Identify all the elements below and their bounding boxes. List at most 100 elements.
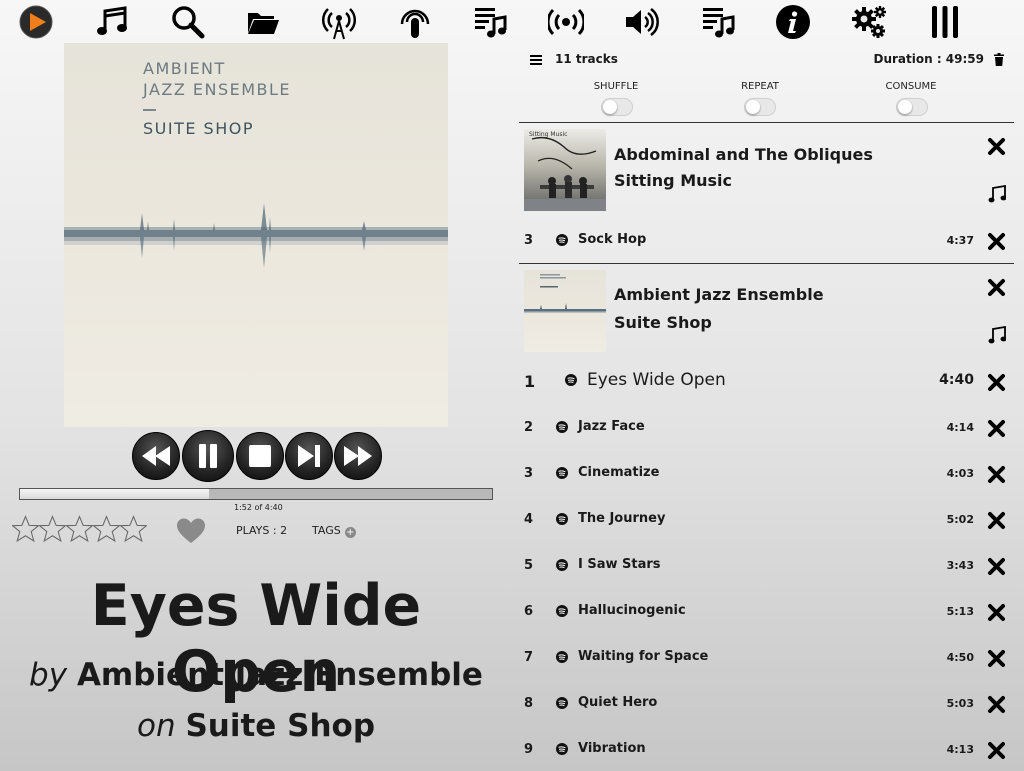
- settings-icon[interactable]: [849, 3, 889, 41]
- repeat-label: REPEAT: [741, 81, 779, 92]
- trash-icon[interactable]: [994, 53, 1004, 66]
- spotify-icon: [556, 234, 568, 246]
- track-title: Jazz Face: [578, 419, 645, 434]
- spotify-icon: [556, 697, 568, 709]
- shuffle-toggle[interactable]: [601, 98, 633, 116]
- elapsed-time: 1:52 of 4:40: [234, 503, 283, 512]
- track-number: 3: [524, 233, 534, 248]
- play-logo-icon[interactable]: [16, 3, 56, 41]
- star-icon[interactable]: [39, 514, 66, 544]
- spotify-icon: [556, 421, 568, 433]
- track-duration: 5:13: [946, 605, 974, 618]
- remove-group-icon[interactable]: [987, 137, 1006, 156]
- track-title: Quiet Hero: [578, 695, 658, 710]
- group-artist-name[interactable]: Suite Shop: [614, 313, 712, 332]
- heart-icon[interactable]: [176, 517, 206, 545]
- track-number: 5: [524, 558, 534, 573]
- playlist-menu-icon[interactable]: [530, 54, 542, 66]
- add-tag-icon[interactable]: +: [344, 527, 356, 538]
- remove-track-icon[interactable]: [987, 232, 1006, 251]
- track-duration: 4:13: [946, 743, 974, 756]
- play-count: PLAYS : 2: [236, 524, 288, 537]
- spotify-icon: [556, 513, 568, 525]
- star-icon[interactable]: [66, 514, 93, 544]
- track-title: Eyes Wide Open: [587, 370, 726, 390]
- track-duration: 5:03: [946, 697, 974, 710]
- playlist-track-row[interactable]: 5 I Saw Stars 3:43: [519, 550, 1014, 580]
- consume-toggle[interactable]: [896, 98, 928, 116]
- spotify-icon: [556, 651, 568, 663]
- stream-icon[interactable]: [546, 3, 586, 41]
- playlist-track-row[interactable]: 4 The Journey 5:02: [519, 504, 1014, 534]
- by-word: by: [29, 657, 68, 693]
- stop-button[interactable]: [236, 432, 284, 480]
- spotify-icon: [556, 559, 568, 571]
- rating-stars: [12, 514, 147, 544]
- progress-bar[interactable]: [19, 488, 493, 500]
- album-cover-art: AMBIENT JAZZ ENSEMBLE SUITE SHOP: [64, 43, 448, 427]
- info-icon[interactable]: [773, 3, 813, 41]
- track-title: I Saw Stars: [578, 557, 661, 572]
- music-note-icon[interactable]: [988, 185, 1006, 203]
- star-icon[interactable]: [120, 514, 147, 544]
- podcast-icon[interactable]: [395, 3, 435, 41]
- fast-forward-button[interactable]: [334, 432, 382, 480]
- repeat-toggle[interactable]: [744, 98, 776, 116]
- playlist-track-row-current[interactable]: 1 Eyes Wide Open 4:40: [519, 366, 1014, 396]
- track-duration: 4:40: [939, 372, 974, 388]
- playlist-track-row[interactable]: 3 Sock Hop 4:37: [519, 225, 1014, 255]
- remove-track-icon[interactable]: [987, 373, 1006, 392]
- playlist-track-row[interactable]: 6 Hallucinogenic 5:13: [519, 596, 1014, 626]
- group-album-title[interactable]: Ambient Jazz Ensemble: [614, 285, 824, 304]
- radio-tower-icon[interactable]: [319, 3, 359, 41]
- playlist-track-row[interactable]: 2 Jazz Face 4:14: [519, 412, 1014, 442]
- group-artist-name[interactable]: Sitting Music: [614, 171, 732, 190]
- music-library-icon[interactable]: [92, 3, 132, 41]
- playlist-track-row[interactable]: 7 Waiting for Space 4:50: [519, 642, 1014, 672]
- playlist-track-row[interactable]: 9 Vibration 4:13: [519, 734, 1014, 764]
- remove-track-icon[interactable]: [987, 557, 1006, 576]
- main-toolbar: [0, 0, 1024, 44]
- track-number: 1: [524, 372, 536, 391]
- now-playing-album-line: on Suite Shop: [0, 708, 512, 744]
- remove-track-icon[interactable]: [987, 511, 1006, 530]
- remove-track-icon[interactable]: [987, 465, 1006, 484]
- next-track-button[interactable]: [285, 432, 333, 480]
- remove-track-icon[interactable]: [987, 419, 1006, 438]
- group-cover-art[interactable]: [524, 270, 606, 352]
- group-cover-art[interactable]: Sitting Music: [524, 129, 606, 211]
- track-number: 7: [524, 650, 534, 665]
- on-word: on: [136, 708, 176, 744]
- star-icon[interactable]: [93, 514, 120, 544]
- remove-track-icon[interactable]: [987, 695, 1006, 714]
- group-album-title[interactable]: Abdominal and The Obliques: [614, 145, 873, 164]
- playlist-track-row[interactable]: 3 Cinematize 4:03: [519, 458, 1014, 488]
- queue-music-icon[interactable]: [470, 3, 510, 41]
- pause-button[interactable]: [182, 430, 234, 482]
- player-controls: [132, 430, 382, 482]
- track-duration: 4:50: [946, 651, 974, 664]
- now-playing-artist-line: by Ambient Jazz Ensemble: [0, 657, 512, 693]
- star-icon[interactable]: [12, 514, 39, 544]
- playlist-track-row[interactable]: 8 Quiet Hero 5:03: [519, 688, 1014, 718]
- remove-track-icon[interactable]: [987, 649, 1006, 668]
- remove-track-icon[interactable]: [987, 741, 1006, 760]
- track-title: Hallucinogenic: [578, 603, 686, 618]
- now-playing-artist[interactable]: Ambient Jazz Ensemble: [77, 657, 483, 693]
- now-playing-album[interactable]: Suite Shop: [185, 708, 375, 744]
- track-number: 6: [524, 604, 534, 619]
- shuffle-label: SHUFFLE: [593, 81, 639, 92]
- rewind-button[interactable]: [132, 432, 180, 480]
- search-icon[interactable]: [168, 3, 208, 41]
- tags-button[interactable]: TAGS +: [312, 524, 356, 538]
- columns-icon[interactable]: [925, 3, 965, 41]
- volume-icon[interactable]: [621, 3, 661, 41]
- remove-group-icon[interactable]: [987, 278, 1006, 297]
- playlist-icon[interactable]: [698, 3, 738, 41]
- folder-icon[interactable]: [243, 3, 283, 41]
- track-count: 11 tracks: [555, 52, 618, 66]
- remove-track-icon[interactable]: [987, 603, 1006, 622]
- tags-label: TAGS: [312, 524, 341, 537]
- music-note-icon[interactable]: [988, 326, 1006, 344]
- playlist-duration: Duration : 49:59: [873, 52, 984, 66]
